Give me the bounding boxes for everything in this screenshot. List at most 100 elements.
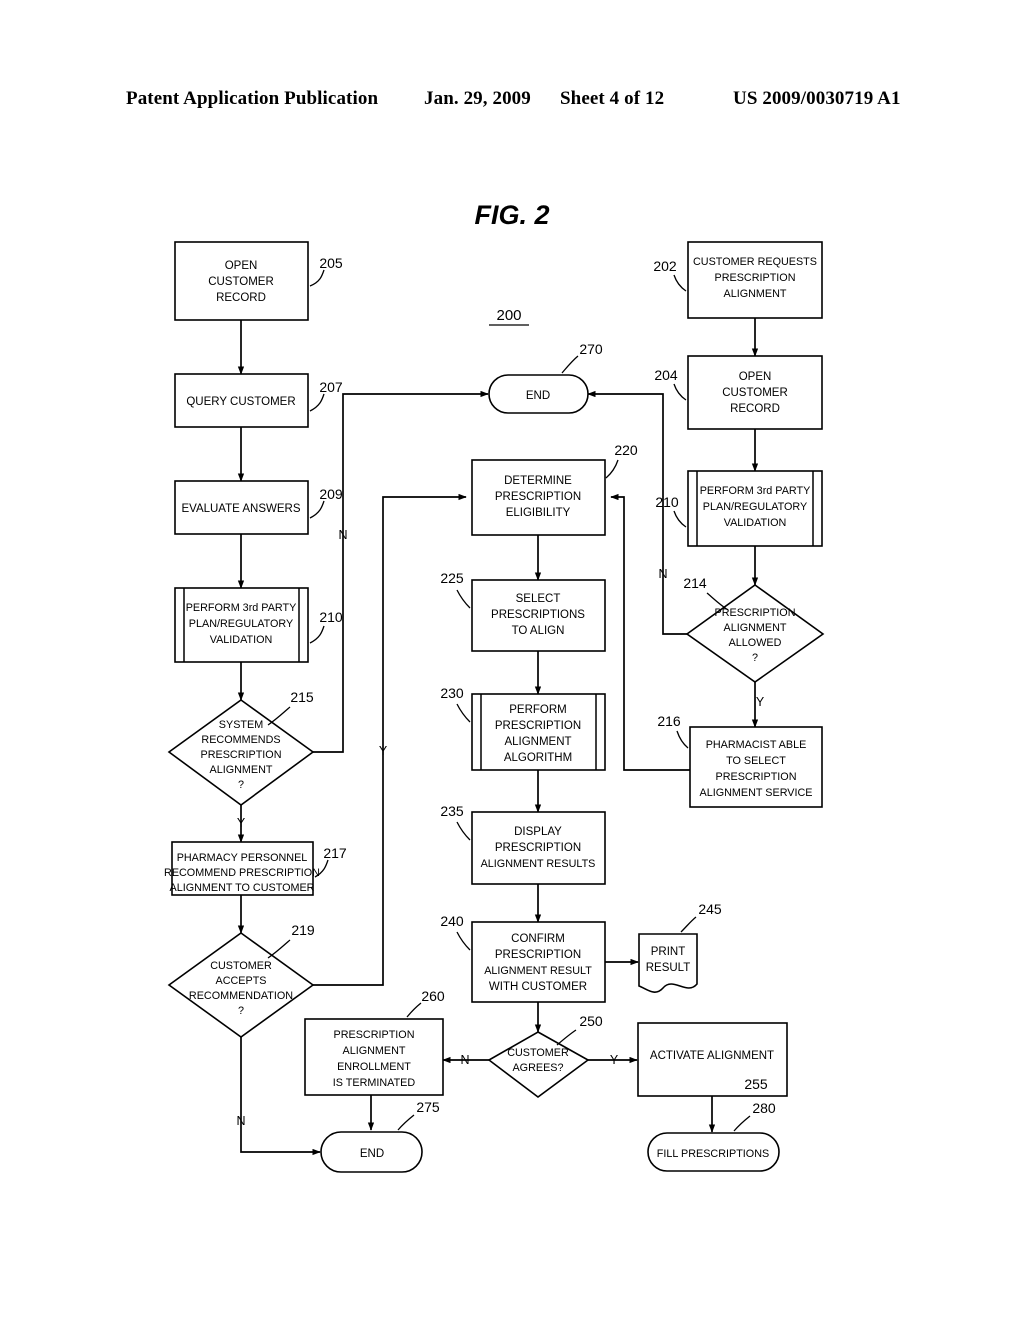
node-open-customer-record-205: OPEN CUSTOMER RECORD 205 [174,241,343,321]
svg-text:PRESCRIPTION: PRESCRIPTION [495,491,581,503]
svg-text:PHARMACY PERSONNEL: PHARMACY PERSONNEL [177,852,308,864]
node-open-customer-record-204: OPEN CUSTOMER RECORD 204 [654,355,823,430]
svg-text:SELECT: SELECT [516,593,561,605]
svg-text:RECORD: RECORD [216,292,266,304]
node-enrollment-terminated-260: PRESCRIPTION ALIGNMENT ENROLLMENT IS TER… [304,988,445,1096]
svg-text:TO SELECT: TO SELECT [726,755,786,767]
node-customer-accepts-recommendation-219: CUSTOMER ACCEPTS RECOMMENDATION ? 219 [167,922,315,1038]
svg-text:RECOMMENDS: RECOMMENDS [201,734,280,746]
patent-sheet: Patent Application Publication Jan. 29, … [0,0,1024,1320]
ref-214: 214 [683,575,707,591]
svg-text:END: END [360,1148,384,1160]
svg-text:IS TERMINATED: IS TERMINATED [333,1077,416,1089]
svg-text:ALIGNMENT: ALIGNMENT [724,622,787,634]
svg-text:PRESCRIPTION: PRESCRIPTION [716,771,797,783]
node-print-result-245: PRINT RESULT 245 [638,901,722,993]
ref-219: 219 [291,922,315,938]
node-prescription-alignment-allowed-214: PRESCRIPTION ALIGNMENT ALLOWED ? 214 [683,575,825,683]
ref-209: 209 [319,486,343,502]
svg-text:EVALUATE ANSWERS: EVALUATE ANSWERS [181,503,300,515]
svg-text:PRESCRIPTION: PRESCRIPTION [495,720,581,732]
svg-text:ALIGNMENT: ALIGNMENT [724,288,787,300]
svg-text:?: ? [238,779,244,791]
svg-text:QUERY CUSTOMER: QUERY CUSTOMER [186,396,295,408]
figure-title: FIG. 2 [474,200,549,230]
svg-text:?: ? [238,1005,244,1017]
svg-text:VALIDATION: VALIDATION [724,517,787,529]
svg-text:END: END [526,390,550,402]
ref-255: 255 [744,1076,768,1092]
svg-text:FILL PRESCRIPTIONS: FILL PRESCRIPTIONS [657,1148,769,1160]
node-system-recommends-alignment-215: SYSTEM RECOMMENDS PRESCRIPTION ALIGNMENT… [167,689,315,806]
ref-230: 230 [440,685,464,701]
svg-text:PHARMACIST ABLE: PHARMACIST ABLE [706,739,807,751]
svg-text:ALIGNMENT: ALIGNMENT [343,1045,406,1057]
svg-text:DETERMINE: DETERMINE [504,475,572,487]
ref-250: 250 [579,1013,603,1029]
svg-text:PRESCRIPTION: PRESCRIPTION [715,272,796,284]
node-determine-eligibility-220: DETERMINE PRESCRIPTION ELIGIBILITY 220 [471,442,638,536]
svg-text:PRESCRIPTION: PRESCRIPTION [495,949,581,961]
diagram-number: 200 [496,307,521,324]
svg-text:PLAN/REGULATORY: PLAN/REGULATORY [703,501,807,513]
svg-text:PERFORM 3rd PARTY: PERFORM 3rd PARTY [186,602,297,614]
ref-216: 216 [657,713,681,729]
svg-text:ELIGIBILITY: ELIGIBILITY [506,507,571,519]
svg-text:CUSTOMER: CUSTOMER [722,387,788,399]
svg-text:CONFIRM: CONFIRM [511,933,565,945]
node-confirm-alignment-result-240: CONFIRM PRESCRIPTION ALIGNMENT RESULT WI… [440,913,606,1003]
svg-text:PERFORM 3rd PARTY: PERFORM 3rd PARTY [700,485,811,497]
flowchart-figure: FIG. 2 200 OPEN CUSTOMER RECORD 205 QUER… [164,200,825,1173]
svg-text:RECORD: RECORD [730,403,780,415]
svg-text:ALIGNMENT TO CUSTOMER: ALIGNMENT TO CUSTOMER [170,882,315,894]
node-evaluate-answers-209: EVALUATE ANSWERS 209 [174,480,343,535]
svg-text:?: ? [752,652,758,664]
svg-text:RESULT: RESULT [646,962,691,974]
svg-text:TO ALIGN: TO ALIGN [512,625,565,637]
ref-245: 245 [698,901,722,917]
ref-215: 215 [290,689,314,705]
node-fill-prescriptions-280: FILL PRESCRIPTIONS 280 [647,1100,780,1172]
svg-text:CUSTOMER: CUSTOMER [208,276,274,288]
svg-text:OPEN: OPEN [225,260,258,272]
svg-text:SYSTEM: SYSTEM [219,719,263,731]
ref-207: 207 [319,379,343,395]
node-customer-agrees-250: CUSTOMER AGREES? 250 [487,1013,603,1098]
ref-210-right: 210 [655,494,679,510]
ref-280: 280 [752,1100,776,1116]
node-select-prescriptions-225: SELECT PRESCRIPTIONS TO ALIGN 225 [440,570,606,652]
edge-label-215-no: N [338,528,347,542]
node-perform-third-party-validation-210-right: PERFORM 3rd PARTY PLAN/REGULATORY VALIDA… [655,470,823,547]
node-query-customer-207: QUERY CUSTOMER 207 [174,373,343,428]
ref-205: 205 [319,255,343,271]
node-activate-alignment-255: ACTIVATE ALIGNMENT 255 [637,1022,788,1097]
ref-270: 270 [579,341,603,357]
node-perform-alignment-algorithm-230: PERFORM PRESCRIPTION ALIGNMENT ALGORITHM… [440,685,606,771]
svg-text:PRESCRIPTION: PRESCRIPTION [201,749,282,761]
node-end-270: END 270 [488,341,603,414]
svg-text:ALIGNMENT: ALIGNMENT [210,764,273,776]
node-customer-requests-alignment-202: CUSTOMER REQUESTS PRESCRIPTION ALIGNMENT… [653,241,823,319]
svg-text:AGREES?: AGREES? [512,1062,563,1074]
svg-text:ALIGNMENT SERVICE: ALIGNMENT SERVICE [700,787,813,799]
node-pharmacy-personnel-recommend-217: PHARMACY PERSONNEL RECOMMEND PRESCRIPTIO… [164,841,347,896]
svg-text:ALIGNMENT: ALIGNMENT [504,736,571,748]
ref-217: 217 [323,845,347,861]
ref-275: 275 [416,1099,440,1115]
edge-label-250-yes: Y [610,1053,619,1067]
svg-text:WITH CUSTOMER: WITH CUSTOMER [489,981,587,993]
edge-label-219-yes: Y [379,744,388,758]
svg-text:PRESCRIPTION: PRESCRIPTION [334,1029,415,1041]
svg-text:DISPLAY: DISPLAY [514,826,562,838]
edge-label-215-yes: Y [237,816,246,830]
node-perform-third-party-validation-210-left: PERFORM 3rd PARTY PLAN/REGULATORY VALIDA… [174,587,343,663]
ref-210-left: 210 [319,609,343,625]
edge-label-250-no: N [460,1053,469,1067]
svg-text:ALGORITHM: ALGORITHM [504,752,572,764]
svg-text:RECOMMENDATION: RECOMMENDATION [189,990,293,1002]
svg-text:PRINT: PRINT [651,946,686,958]
edge-label-214-no: N [658,567,667,581]
svg-text:CUSTOMER REQUESTS: CUSTOMER REQUESTS [693,256,817,268]
svg-text:ALIGNMENT RESULT: ALIGNMENT RESULT [484,965,592,977]
svg-text:OPEN: OPEN [739,371,772,383]
